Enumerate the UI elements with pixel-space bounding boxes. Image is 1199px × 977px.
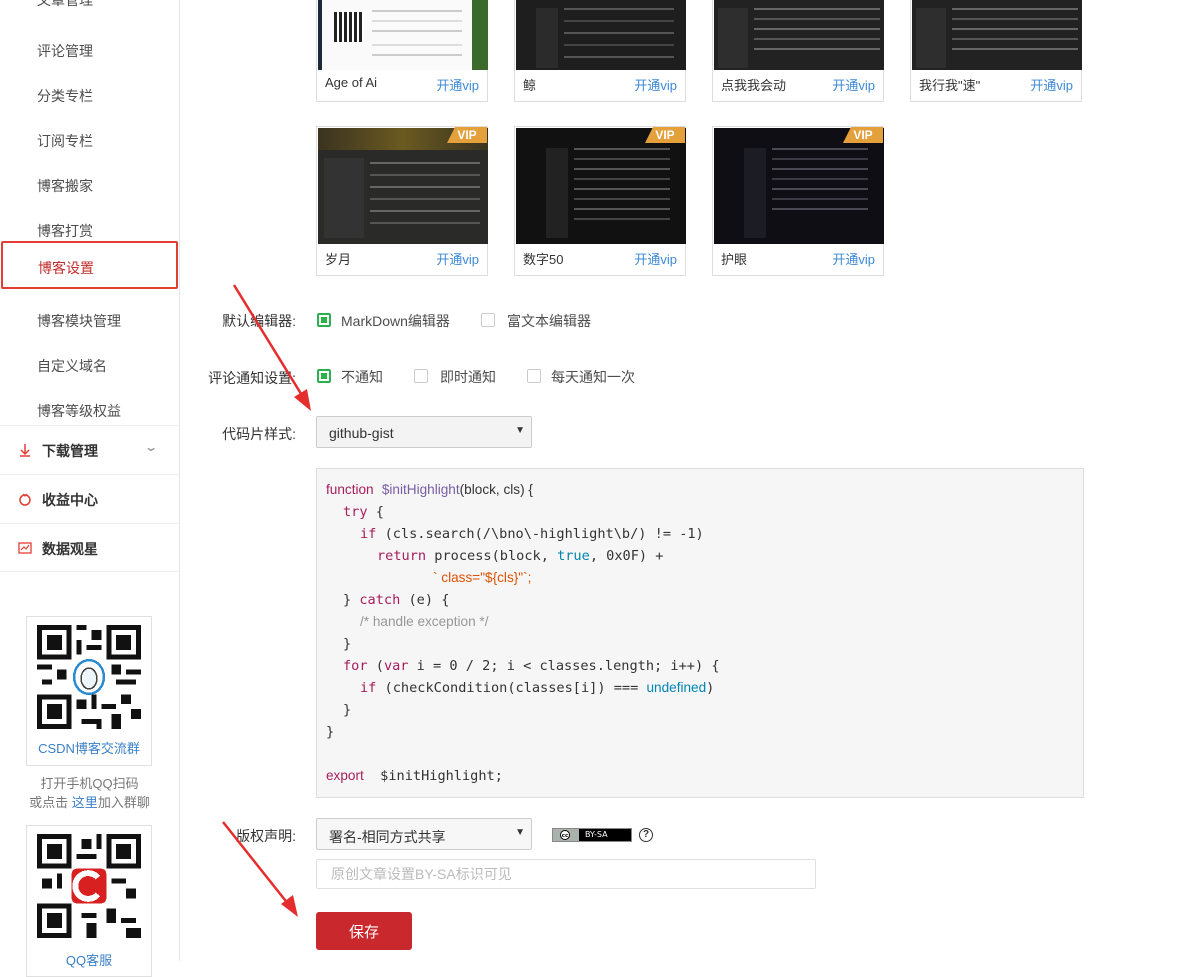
annotation-arrow-icon	[222, 821, 298, 917]
annotation-arrow-icon	[232, 284, 311, 411]
annotation-arrows	[222, 284, 311, 917]
